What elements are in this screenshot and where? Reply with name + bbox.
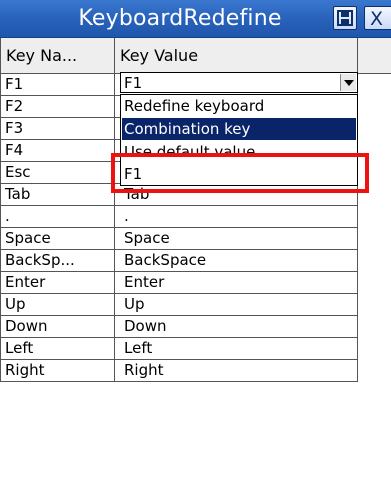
key-value-cell[interactable]: Down [115, 316, 358, 338]
table-row[interactable]: Right Right [0, 360, 391, 382]
dropdown-option-redefine-keyboard[interactable]: Redefine keyboard [122, 95, 356, 117]
key-name-cell[interactable]: Enter [0, 272, 115, 294]
key-name-cell[interactable]: F1 [0, 74, 115, 96]
key-name-cell[interactable]: F4 [0, 140, 115, 162]
key-value-cell[interactable]: Left [115, 338, 358, 360]
key-name-cell[interactable]: Left [0, 338, 115, 360]
key-value-cell[interactable]: Right [115, 360, 358, 382]
column-header-key-name[interactable]: Key Na... [0, 38, 115, 74]
key-value-cell[interactable]: Tab [115, 184, 358, 206]
table-row[interactable]: BackSp... BackSpace [0, 250, 391, 272]
table-row[interactable]: . . [0, 206, 391, 228]
key-name-cell[interactable]: Up [0, 294, 115, 316]
combobox-selected-value: F1 [124, 74, 143, 92]
window-title: KeyboardRedefine [78, 6, 282, 31]
key-value-cell[interactable]: Space [115, 228, 358, 250]
save-icon [337, 10, 353, 26]
close-button[interactable]: X [364, 6, 391, 30]
dropdown-arrow-button[interactable] [340, 74, 356, 91]
key-name-cell[interactable]: . [0, 206, 115, 228]
key-name-cell[interactable]: Right [0, 360, 115, 382]
dropdown-option-combination-key[interactable]: Combination key [122, 118, 356, 140]
dropdown-option-f1[interactable]: F1 [122, 163, 356, 185]
key-name-cell[interactable]: Down [0, 316, 115, 338]
table-row[interactable]: Down Down [0, 316, 391, 338]
table-row[interactable]: Left Left [0, 338, 391, 360]
save-button[interactable] [333, 6, 357, 30]
key-name-cell[interactable]: F2 [0, 96, 115, 118]
column-header-filler [358, 38, 391, 74]
chevron-down-icon [344, 80, 354, 86]
key-name-cell[interactable]: Space [0, 228, 115, 250]
dropdown-list: Redefine keyboard Combination key Use de… [120, 94, 358, 186]
key-value-cell[interactable]: Up [115, 294, 358, 316]
key-name-cell[interactable]: Esc [0, 162, 115, 184]
table-row[interactable]: Enter Enter [0, 272, 391, 294]
table-row[interactable]: Tab Tab [0, 184, 391, 206]
table-row[interactable]: Up Up [0, 294, 391, 316]
key-name-cell[interactable]: Tab [0, 184, 115, 206]
key-value-cell[interactable]: . [115, 206, 358, 228]
dropdown-option-use-default-value[interactable]: Use default value [122, 141, 356, 163]
column-header-key-value[interactable]: Key Value [115, 38, 358, 74]
key-name-cell[interactable]: F3 [0, 118, 115, 140]
close-glyph: X [370, 8, 383, 29]
title-bar: KeyboardRedefine X [0, 0, 391, 38]
key-value-combobox[interactable]: F1 [120, 72, 358, 93]
key-name-cell[interactable]: BackSp... [0, 250, 115, 272]
table-row[interactable]: Space Space [0, 228, 391, 250]
close-icon: X [370, 8, 383, 29]
key-value-cell[interactable]: BackSpace [115, 250, 358, 272]
key-value-cell[interactable]: Enter [115, 272, 358, 294]
